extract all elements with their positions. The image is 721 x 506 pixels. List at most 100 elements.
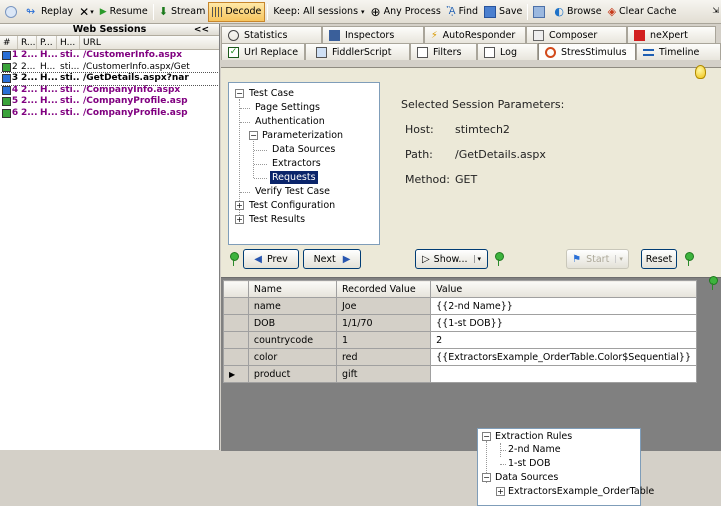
tree-node-requests[interactable]: Requests [270,171,318,184]
collapse-panel-button[interactable]: << [194,24,209,36]
expand-test-configuration-icon[interactable]: + [235,201,244,210]
pin-icon[interactable] [709,276,718,290]
column-header-protocol[interactable]: P... [37,36,57,49]
grid-cell-name: product [247,365,337,383]
keep-sessions-dropdown[interactable]: Keep: All sessions ▾ [270,2,367,22]
pin-icon[interactable] [230,252,239,266]
grid-row[interactable]: countrycode 1 2 [223,331,697,349]
tab-nexpert[interactable]: neXpert [627,26,716,43]
grid-row[interactable]: name Joe {{2-nd Name}} [223,297,697,315]
tree-node-authentication[interactable]: Authentication [255,115,325,128]
clear-cache-label: Clear Cache [619,6,677,17]
grid-cell-value[interactable]: 2 [430,331,697,349]
tab-filters[interactable]: Filters [410,43,477,60]
toolbar-overflow[interactable]: ⇲ [712,6,719,15]
decode-button[interactable]: Decode [208,1,266,22]
camera-icon [533,5,546,18]
grid-cell-value[interactable]: {{ExtractorsExample_OrderTable.Color$Seq… [430,348,697,366]
screenshot-button[interactable] [530,2,551,22]
tab-stresstimulus[interactable]: StresStimulus [538,43,636,60]
row-header[interactable] [223,314,249,332]
session-protocol: H... [40,61,56,72]
session-row[interactable]: 62...H...sti.../CompanyProfile.asp [0,108,219,120]
grid-row[interactable]: ▶ product gift [223,365,697,383]
session-row[interactable]: 2 2... H... sti.../CustomerInfo.aspx/Get [0,62,219,74]
tree-node-verify-test-case[interactable]: Verify Test Case [255,185,330,198]
expand-test-results-icon[interactable]: + [235,215,244,224]
tree-node-test-results[interactable]: Test Results [249,213,305,226]
row-header[interactable]: ▶ [223,365,249,383]
tab-inspectors[interactable]: Inspectors [322,26,424,43]
grid-row[interactable]: color red {{ExtractorsExample_OrderTable.C… [223,348,697,366]
replay-button[interactable]: ↬ Replay [23,2,76,22]
show-button[interactable]: ▷ Show... ▾ [415,249,488,269]
find-button[interactable]: ᾋ Find [444,2,481,22]
tab-autoresponder[interactable]: ⚡ AutoResponder [424,26,526,43]
pin-icon[interactable] [685,252,694,266]
tree-node-test-case[interactable]: Test Case [249,87,294,100]
start-button[interactable]: ⚑ Start ▾ [566,249,629,269]
session-url: /CompanyProfile.asp [83,107,188,118]
row-header[interactable] [223,348,249,366]
row-header[interactable] [223,331,249,349]
tree-node-page-settings[interactable]: Page Settings [255,101,320,114]
grid-cell-name: color [247,348,337,366]
column-header-url[interactable]: URL [80,36,219,49]
dropdown-node-extraction-rules[interactable]: Extraction Rules [495,430,572,443]
column-header-result[interactable]: R... [18,36,37,49]
reset-button[interactable]: Reset [641,249,677,269]
row-header[interactable] [223,297,249,315]
browse-button[interactable]: ◐ Browse [551,2,604,22]
grid-cell-recorded-value: Joe [335,297,432,315]
tab-fiddlerscript[interactable]: FiddlerScript [305,43,410,60]
tab-log[interactable]: Log [477,43,538,60]
comment-button[interactable] [2,2,23,22]
collapse-test-case-icon[interactable]: − [235,89,244,98]
tree-node-parameterization[interactable]: Parameterization [262,129,343,142]
grid-cell-value[interactable] [430,365,697,383]
grid-cell-value[interactable]: {{1-st DOB}} [430,314,697,332]
stream-arrow-icon: ⬇ [158,5,168,18]
tab-url-replace[interactable]: ✓ Url Replace [221,43,305,60]
next-button[interactable]: Next ▶ [303,249,361,269]
collapse-parameterization-icon[interactable]: − [249,131,258,140]
session-number: 5 [11,96,18,107]
any-process-button[interactable]: ⊕ Any Process [368,2,444,22]
dropdown-node-order-table[interactable]: ExtractorsExample_OrderTable [508,485,654,498]
session-row[interactable]: 52...H...sti.../CompanyProfile.asp [0,96,219,108]
tab-statistics[interactable]: Statistics [221,26,322,43]
tree-node-data-sources[interactable]: Data Sources [272,143,335,156]
lightbulb-icon[interactable] [695,65,706,79]
grid-column-name[interactable]: Name [247,280,337,298]
grid-column-recorded-value[interactable]: Recorded Value [335,280,432,298]
clear-cache-button[interactable]: ◈ Clear Cache [605,2,680,22]
collapse-extraction-rules-icon[interactable]: − [482,432,491,441]
path-label: Path: [405,148,433,161]
remove-button[interactable]: ✕ ▾ [76,2,97,22]
dropdown-node-data-sources[interactable]: Data Sources [495,471,558,484]
tab-log-label: Log [500,46,517,58]
session-protocol: H... [40,84,57,95]
tree-connector [254,150,267,151]
resume-button[interactable]: ▶ Resume [97,2,151,22]
column-header-host[interactable]: H... [57,36,80,49]
column-header-number[interactable]: # [0,36,18,49]
session-row[interactable]: 12...H...sti.../CustomerInfo.aspx [0,50,219,62]
prev-button[interactable]: ◀ Prev [243,249,299,269]
save-button[interactable]: Save [481,2,525,22]
pin-icon[interactable] [495,252,504,266]
expand-order-table-icon[interactable]: + [496,487,505,496]
grid-column-value[interactable]: Value [430,280,697,298]
tree-node-test-configuration[interactable]: Test Configuration [249,199,335,212]
collapse-data-sources-icon[interactable]: − [482,473,491,482]
session-row[interactable]: 42...H...sti.../CompanyInfo.aspx [0,85,219,97]
right-panel: Statistics Inspectors ⚡ AutoResponder Com… [221,24,721,506]
stream-button[interactable]: ⬇ Stream [156,2,209,22]
session-row[interactable]: 32...H...sti.../GetDetails.aspx?nar [0,72,219,86]
grid-cell-value[interactable]: {{2-nd Name}} [430,297,697,315]
tree-node-extractors[interactable]: Extractors [272,157,321,170]
tab-composer[interactable]: Composer [526,26,627,43]
tab-timeline[interactable]: Timeline [636,43,721,60]
grid-row[interactable]: DOB 1/1/70 {{1-st DOB}} [223,314,697,332]
dropdown-node-1st-dob[interactable]: 1-st DOB [508,457,550,470]
